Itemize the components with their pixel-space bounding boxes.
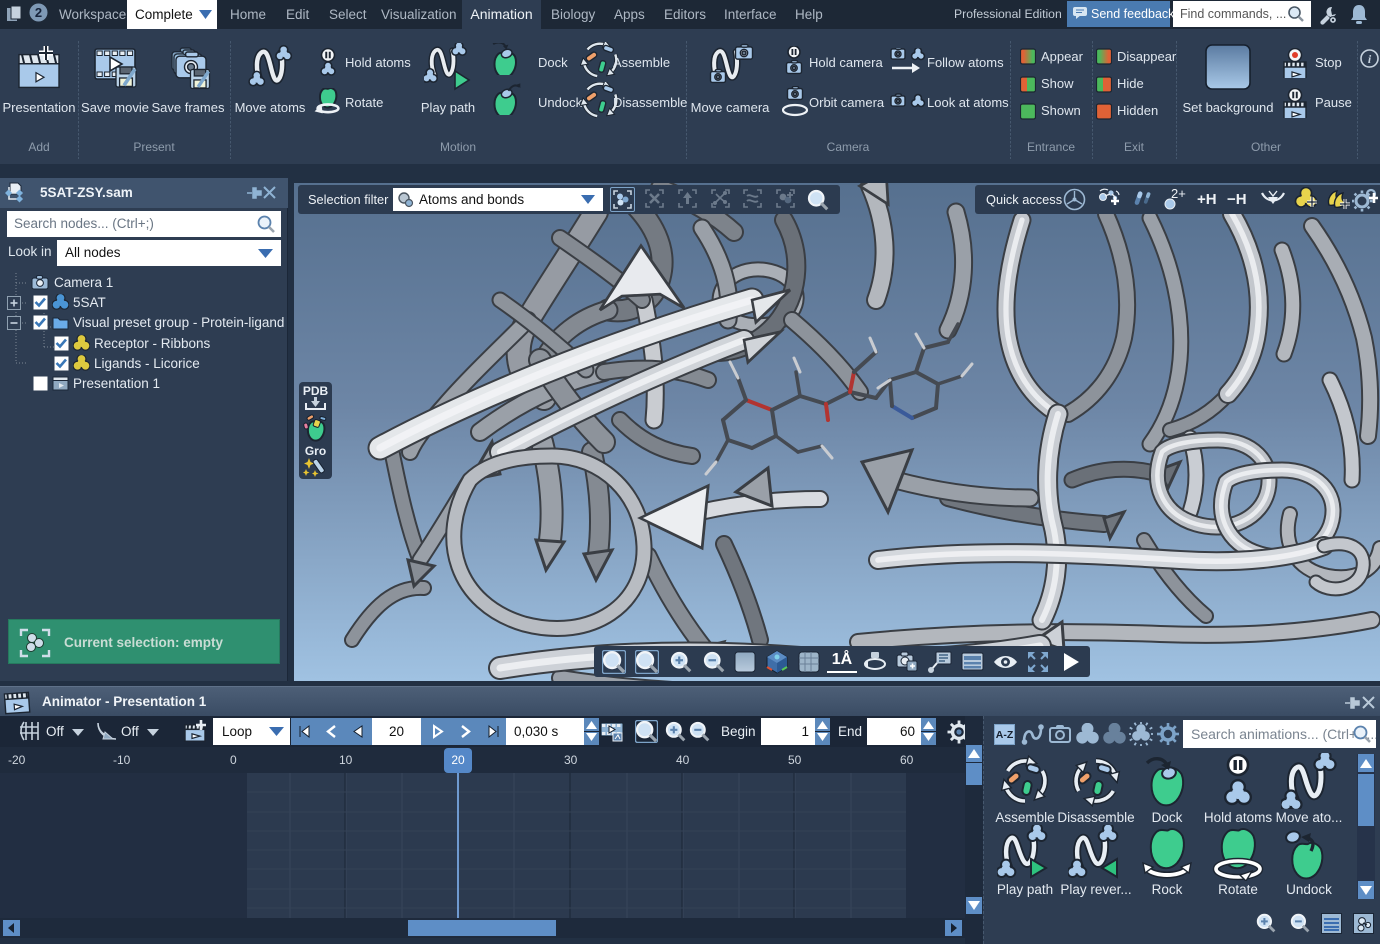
svg-text:2: 2: [35, 5, 42, 20]
svg-text:i: i: [1368, 52, 1372, 66]
svg-text:2+: 2+: [1171, 187, 1186, 201]
